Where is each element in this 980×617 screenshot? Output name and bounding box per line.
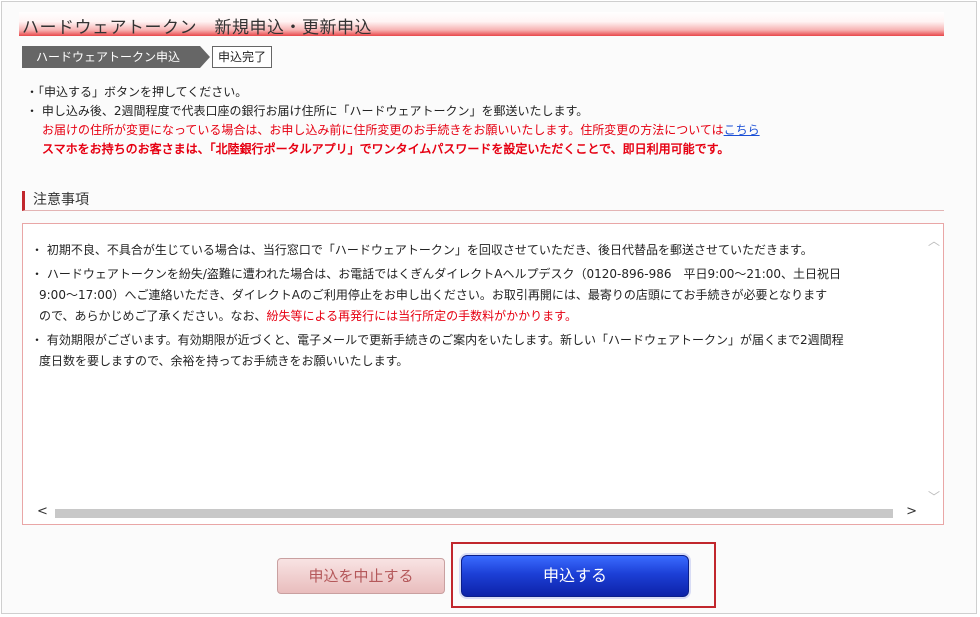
caution-content: ・ 初期不良、不具合が生じている場合は、当行窓口で「ハードウェアトークン」を回収…	[31, 240, 911, 375]
horizontal-scroll-thumb[interactable]	[55, 509, 893, 518]
caution-heading: 注意事項	[22, 191, 944, 211]
breadcrumb-arrow	[200, 46, 210, 68]
apply-button[interactable]: 申込する	[461, 555, 689, 597]
page-frame: ハードウェアトークン 新規申込・更新申込 ハードウェアトークン申込 申込完了 ・…	[1, 1, 977, 614]
chevron-down-icon[interactable]: ﹀	[927, 488, 941, 505]
caution-scroll-box[interactable]: ・ 初期不良、不具合が生じている場合は、当行窓口で「ハードウェアトークン」を回収…	[22, 223, 944, 525]
note-smartphone-app: スマホをお持ちのお客さまは、「北陸銀行ポータルアプリ」でワンタイムパスワードを設…	[42, 142, 730, 156]
chevron-right-icon[interactable]: >	[906, 504, 917, 519]
caution-lost-line3: ので、あらかじめご了承ください。なお、	[39, 309, 267, 323]
page-title: ハードウェアトークン 新規申込・更新申込	[22, 18, 372, 38]
note-mailing: ・ 申し込み後、2週間程度で代表口座の銀行お届け住所に「ハードウェアトークン」を…	[26, 104, 589, 118]
caution-item-lost: ・ ハードウェアトークンを紛失/盗難に遭われた場合は、お電話ではくぎんダイレクト…	[31, 264, 911, 327]
horizontal-scrollbar[interactable]: < >	[35, 504, 917, 520]
note-address-change: お届けの住所が変更になっている場合は、お申し込み前に住所変更のお手続きをお願いい…	[26, 121, 760, 140]
note-press-apply: ・「申込する」ボタンを押してください。	[26, 85, 248, 99]
vertical-scrollbar[interactable]: ︿ ﹀	[927, 232, 941, 504]
caution-lost-line2: 9:00～17:00）へご連絡いただき、ダイレクトAのご利用停止をお申し出くださ…	[39, 288, 828, 302]
caution-item-expiry: ・ 有効期限がございます。有効期限が近づくと、電子メールで更新手続きのご案内をい…	[31, 330, 911, 372]
address-change-link[interactable]: こちら	[724, 123, 760, 137]
caution-lost-line1: ・ ハードウェアトークンを紛失/盗難に遭われた場合は、お電話ではくぎんダイレクト…	[31, 267, 842, 281]
caution-fee-notice: 紛失等による再発行には当行所定の手数料がかかります。	[266, 309, 577, 323]
chevron-up-icon[interactable]: ︿	[927, 232, 941, 249]
caution-expiry-line2: 度日数を要しますので、余裕を持ってお手続きをお願いいたします。	[39, 354, 409, 368]
caution-item-defect: ・ 初期不良、不具合が生じている場合は、当行窓口で「ハードウェアトークン」を回収…	[31, 243, 813, 257]
instruction-notes: ・「申込する」ボタンを押してください。 ・ 申し込み後、2週間程度で代表口座の銀…	[26, 83, 760, 159]
title-bar: ハードウェアトークン 新規申込・更新申込	[19, 12, 944, 38]
breadcrumb-step-application: ハードウェアトークン申込	[22, 46, 200, 68]
chevron-left-icon[interactable]: <	[37, 504, 48, 519]
note-address-change-text: お届けの住所が変更になっている場合は、お申し込み前に住所変更のお手続きをお願いい…	[42, 123, 724, 137]
caution-expiry-line1: ・ 有効期限がございます。有効期限が近づくと、電子メールで更新手続きのご案内をい…	[31, 333, 844, 347]
cancel-application-button[interactable]: 申込を中止する	[277, 558, 445, 594]
breadcrumb-step-complete: 申込完了	[212, 46, 272, 68]
